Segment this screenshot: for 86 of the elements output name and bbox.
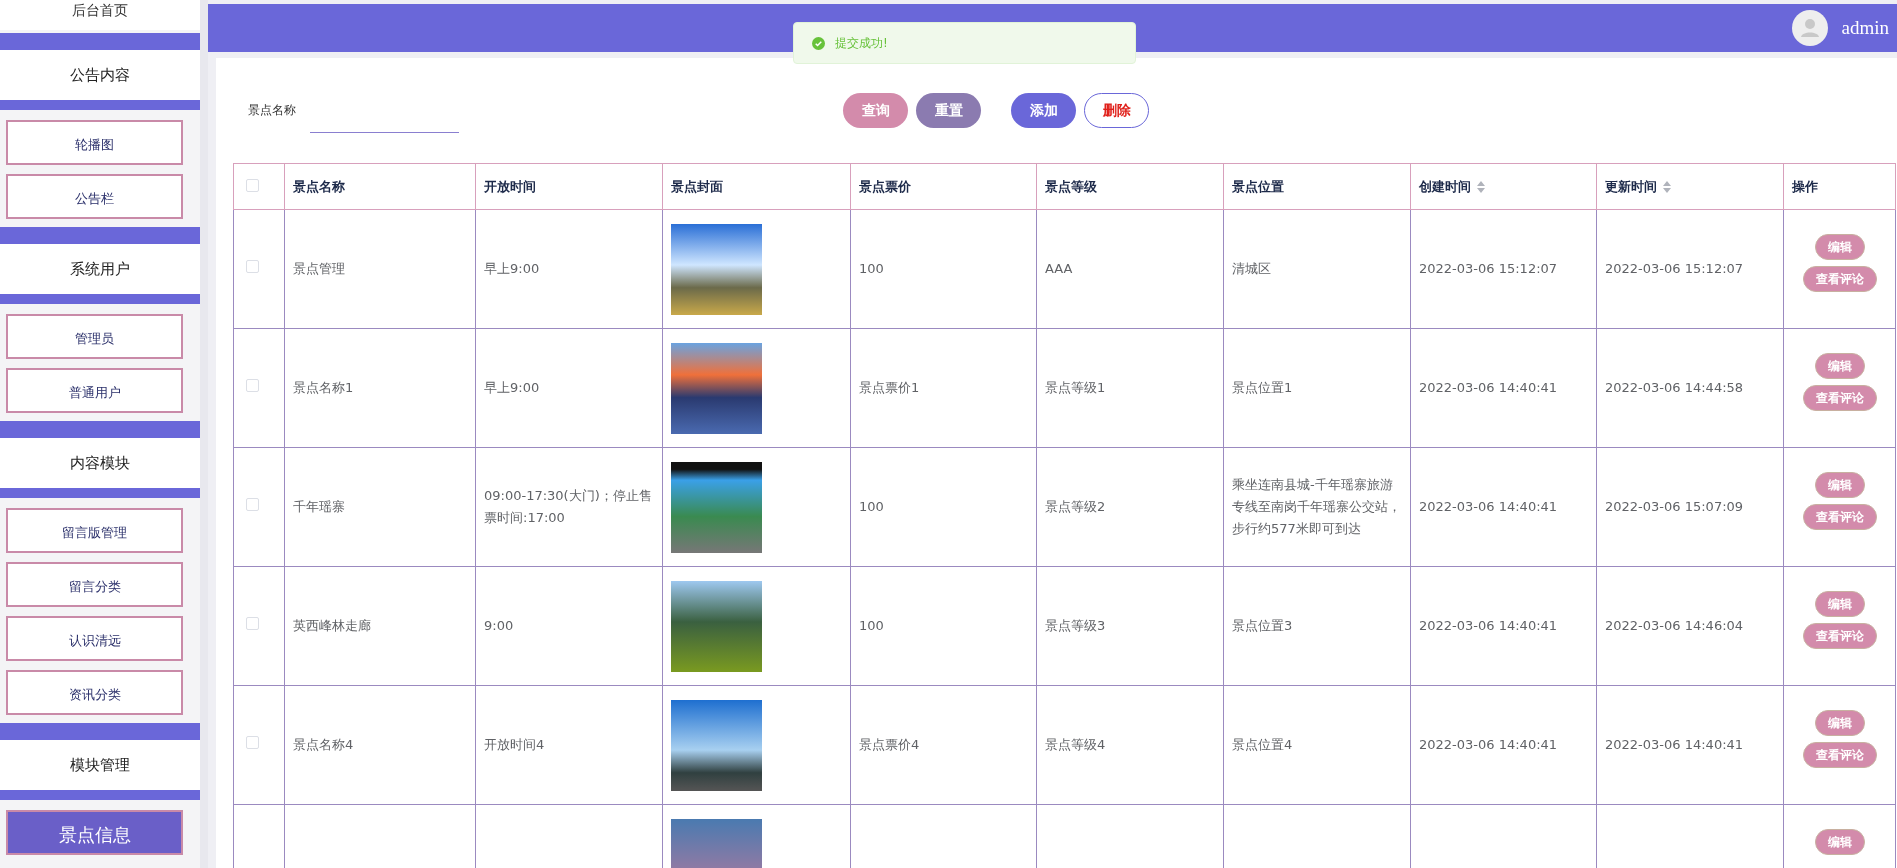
- column-header: 景点封面: [671, 178, 723, 194]
- field-label: 景点名称: [248, 102, 296, 119]
- table-cell: 清城区: [1232, 261, 1271, 276]
- sidebar-item[interactable]: 景点信息: [6, 810, 183, 855]
- sidebar-item[interactable]: 管理员: [6, 314, 183, 359]
- table-cell: 2022-03-06 14:40:41: [1419, 737, 1558, 752]
- table-cell: 100: [859, 499, 884, 514]
- table-cell: 2022-03-06 14:46:04: [1605, 618, 1744, 633]
- table-cell: 景点名称1: [293, 380, 354, 395]
- sidebar-item[interactable]: 轮播图: [6, 120, 183, 165]
- sort-icon[interactable]: [1477, 181, 1485, 193]
- comments-button[interactable]: 查看评论: [1802, 266, 1877, 292]
- checkbox[interactable]: [246, 379, 259, 392]
- column-header: 更新时间: [1605, 178, 1657, 194]
- column-header: 景点名称: [293, 178, 345, 194]
- check-circle-icon: [812, 36, 825, 50]
- column-header: 操作: [1792, 178, 1818, 194]
- table-cell: 千年瑶寨: [293, 499, 345, 514]
- comments-button[interactable]: 查看评论: [1802, 504, 1877, 530]
- table-cell: 2022-03-06 14:40:41: [1419, 499, 1558, 514]
- sidebar-group-title[interactable]: 内容模块: [0, 438, 200, 488]
- reset-button[interactable]: 重置: [916, 93, 981, 128]
- avatar-icon[interactable]: [1791, 10, 1828, 46]
- table-cell: 景点等级4: [1045, 737, 1106, 752]
- table-cell: 2022-03-06 15:12:07: [1419, 261, 1558, 276]
- checkbox[interactable]: [246, 260, 259, 273]
- sidebar-item[interactable]: 资讯分类: [6, 670, 183, 715]
- table-cell: 2022-03-06 14:40:41: [1419, 618, 1558, 633]
- sidebar-item[interactable]: 留言版管理: [6, 508, 183, 553]
- sidebar-item[interactable]: 后台首页: [0, 0, 200, 30]
- table-cell: 景点位置3: [1232, 618, 1293, 633]
- edit-button[interactable]: 编辑: [1814, 234, 1865, 260]
- toast-message: 提交成功!: [835, 34, 888, 52]
- sidebar-group-title[interactable]: 模块管理: [0, 740, 200, 790]
- edit-button[interactable]: 编辑: [1814, 829, 1865, 855]
- checkbox[interactable]: [246, 178, 259, 192]
- username[interactable]: admin: [1841, 17, 1889, 39]
- table-cell: 早上9:00: [484, 380, 540, 395]
- table-cell: 100: [859, 618, 884, 633]
- sidebar-item[interactable]: 留言分类: [6, 562, 183, 607]
- table-cell: 景点管理: [293, 261, 345, 276]
- table-cell: 2022-03-06 14:40:41: [1605, 737, 1744, 752]
- column-header: 开放时间: [484, 178, 536, 194]
- edit-button[interactable]: 编辑: [1814, 710, 1865, 736]
- sort-icon[interactable]: [1663, 181, 1671, 193]
- table-cell: 景点位置1: [1232, 380, 1293, 395]
- table-cell: AAA: [1045, 261, 1073, 276]
- add-button[interactable]: 添加: [1011, 93, 1076, 128]
- table-cell: 2022-03-06 15:07:09: [1605, 499, 1744, 514]
- comments-button[interactable]: 查看评论: [1802, 623, 1877, 649]
- sidebar-item[interactable]: 公告栏: [6, 174, 183, 219]
- sidebar-group-title[interactable]: 系统用户: [0, 244, 200, 294]
- column-header: 景点票价: [859, 178, 911, 194]
- edit-button[interactable]: 编辑: [1814, 353, 1865, 379]
- checkbox[interactable]: [246, 617, 259, 630]
- sidebar-item[interactable]: 普通用户: [6, 368, 183, 413]
- table-cell: 2022-03-06 15:12:07: [1605, 261, 1744, 276]
- table-cell: 景点位置4: [1232, 737, 1293, 752]
- column-header: 创建时间: [1419, 178, 1471, 194]
- table-cell: 景点票价4: [859, 737, 920, 752]
- table-cell: 景点票价1: [859, 380, 920, 395]
- edit-button[interactable]: 编辑: [1814, 591, 1865, 617]
- checkbox[interactable]: [246, 736, 259, 749]
- comments-button[interactable]: 查看评论: [1802, 385, 1877, 411]
- table-cell: 景点名称4: [293, 737, 354, 752]
- column-header: 景点等级: [1045, 178, 1097, 194]
- table-cell: 9:00: [484, 618, 514, 633]
- sidebar-group-title[interactable]: 公告内容: [0, 50, 200, 100]
- table-cell: 2022-03-06 14:44:58: [1605, 380, 1744, 395]
- table-cell: 景点等级2: [1045, 499, 1106, 514]
- checkbox[interactable]: [246, 498, 259, 511]
- query-button[interactable]: 查询: [843, 93, 908, 128]
- table-cell: 09:00-17:30(大门)；停止售票时间:17:00: [484, 488, 652, 525]
- column-header: 景点位置: [1232, 178, 1284, 194]
- table-cell: 开放时间4: [484, 737, 545, 752]
- edit-button[interactable]: 编辑: [1814, 472, 1865, 498]
- table-cell: 景点等级3: [1045, 618, 1106, 633]
- table-cell: 乘坐连南县城-千年瑶寨旅游专线至南岗千年瑶寨公交站，步行约577米即可到达: [1232, 477, 1401, 536]
- comments-button[interactable]: 查看评论: [1802, 742, 1877, 768]
- table-cell: 英西峰林走廊: [293, 618, 371, 633]
- table-cell: 2022-03-06 14:40:41: [1419, 380, 1558, 395]
- sidebar-item[interactable]: 认识清远: [6, 616, 183, 661]
- table-cell: 景点等级1: [1045, 380, 1106, 395]
- delete-button[interactable]: 删除: [1084, 93, 1149, 128]
- table-cell: 100: [859, 261, 884, 276]
- table-cell: 早上9:00: [484, 261, 540, 276]
